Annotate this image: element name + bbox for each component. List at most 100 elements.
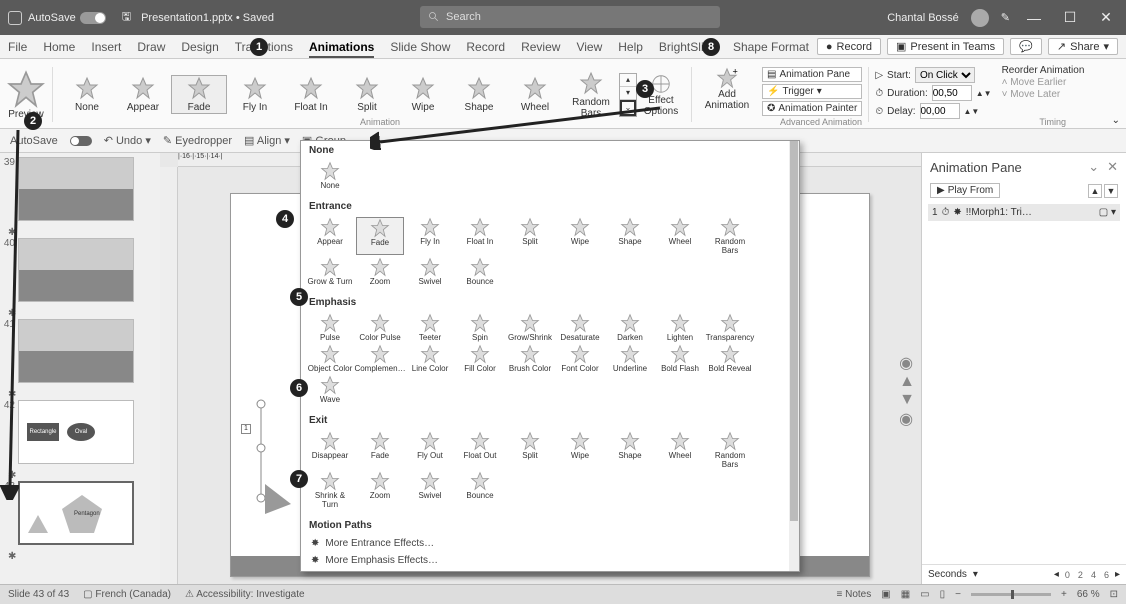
tab-help[interactable]: Help <box>618 40 643 54</box>
tab-record[interactable]: Record <box>466 40 505 54</box>
trigger-button[interactable]: ⚡ Trigger ▾ <box>762 84 862 99</box>
thumb-43[interactable]: Pentagon <box>18 481 134 545</box>
duration-input[interactable] <box>932 85 972 101</box>
pane-dropdown-icon[interactable]: ⌄ <box>1088 159 1099 175</box>
zoom-in[interactable]: + <box>1061 589 1067 600</box>
play-from-button[interactable]: ▶ Play From <box>930 183 1000 198</box>
dd-shrinkturn[interactable]: Shrink & Turn <box>306 471 354 509</box>
dd-wheel[interactable]: Wheel <box>656 217 704 255</box>
animation-pane-button[interactable]: ▤ Animation Pane <box>762 67 862 82</box>
gallery-floatin[interactable]: Float In <box>283 76 339 113</box>
dd-underline[interactable]: Underline <box>606 344 654 373</box>
dd-appear[interactable]: Appear <box>306 217 354 255</box>
dd-floatout[interactable]: Float Out <box>456 431 504 469</box>
tab-design[interactable]: Design <box>181 40 218 54</box>
tab-home[interactable]: Home <box>43 40 75 54</box>
anim-move-down[interactable]: ▼ <box>1104 184 1118 198</box>
view-slideshow-icon[interactable]: ▯ <box>940 589 946 600</box>
animation-entry[interactable]: 1⏱✸!!Morph1: Tri…▢ ▾ <box>928 204 1120 221</box>
dd-pulse[interactable]: Pulse <box>306 313 354 342</box>
dd-linecolor[interactable]: Line Color <box>406 344 454 373</box>
minimize-button[interactable]: — <box>1022 10 1046 26</box>
notes-button[interactable]: ≡ Notes <box>837 589 872 600</box>
present-teams-button[interactable]: ▣ Present in Teams <box>887 38 1004 55</box>
thumb-39[interactable] <box>18 157 134 221</box>
gallery-flyin[interactable]: Fly In <box>227 76 283 113</box>
move-earlier[interactable]: ˄ Move Earlier <box>1002 77 1085 88</box>
thumb-41[interactable] <box>18 319 134 383</box>
view-sorter-icon[interactable]: ▦ <box>901 589 910 600</box>
dd-teeter[interactable]: Teeter <box>406 313 454 342</box>
dd-zoom[interactable]: Zoom <box>356 257 404 286</box>
dd-spin[interactable]: Spin <box>456 313 504 342</box>
gallery-fade[interactable]: Fade <box>171 75 227 114</box>
dd-growturn[interactable]: Grow & Turn <box>306 257 354 286</box>
start-select[interactable]: On Click <box>915 67 975 83</box>
dd-objectcolor[interactable]: Object Color <box>306 344 354 373</box>
qat-eyedropper[interactable]: ✎ Eyedropper <box>163 134 232 147</box>
delay-input[interactable] <box>920 103 960 119</box>
view-normal-icon[interactable]: ▣ <box>881 589 890 600</box>
dd-randombars[interactable]: Random Bars <box>706 217 754 255</box>
avatar[interactable] <box>971 9 989 27</box>
comments-button[interactable]: 💬 <box>1010 38 1042 55</box>
dd-shape[interactable]: Shape <box>606 431 654 469</box>
tab-view[interactable]: View <box>576 40 602 54</box>
gallery-appear[interactable]: Appear <box>115 76 171 113</box>
dd-swivel[interactable]: Swivel <box>406 471 454 509</box>
zoom-slider[interactable] <box>971 593 1051 596</box>
tab-draw[interactable]: Draw <box>137 40 165 54</box>
tab-review[interactable]: Review <box>521 40 560 54</box>
search-box[interactable]: Search <box>420 6 720 28</box>
more-emphasis[interactable]: ✸ More Emphasis Effects… <box>301 552 799 569</box>
dd-fontcolor[interactable]: Font Color <box>556 344 604 373</box>
dd-wave[interactable]: Wave <box>306 375 354 404</box>
dd-transparency[interactable]: Transparency <box>706 313 754 342</box>
dd-lighten[interactable]: Lighten <box>656 313 704 342</box>
dd-disappear[interactable]: Disappear <box>306 431 354 469</box>
qat-undo[interactable]: ↶ Undo ▾ <box>104 134 151 147</box>
dd-fade[interactable]: Fade <box>356 217 404 255</box>
canvas-nav[interactable]: ◉▲▼◉ <box>899 353 915 429</box>
record-button[interactable]: ● Record <box>817 38 881 55</box>
thumb-42[interactable]: Rectangle Oval <box>18 400 134 464</box>
dd-flyout[interactable]: Fly Out <box>406 431 454 469</box>
zoom-out[interactable]: − <box>955 589 961 600</box>
dd-swivel[interactable]: Swivel <box>406 257 454 286</box>
save-icon[interactable]: 🖫 <box>122 8 131 27</box>
pane-close-icon[interactable]: ✕ <box>1107 159 1118 175</box>
dd-zoom[interactable]: Zoom <box>356 471 404 509</box>
dd-none[interactable]: None <box>306 161 354 190</box>
dd-split[interactable]: Split <box>506 431 554 469</box>
dd-darken[interactable]: Darken <box>606 313 654 342</box>
close-button[interactable]: ✕ <box>1094 9 1118 26</box>
tab-insert[interactable]: Insert <box>91 40 121 54</box>
tab-animations[interactable]: Animations <box>309 40 374 54</box>
fit-button[interactable]: ⊡ <box>1110 589 1118 600</box>
gallery-none[interactable]: None <box>59 76 115 113</box>
dd-bounce[interactable]: Bounce <box>456 257 504 286</box>
dd-flyin[interactable]: Fly In <box>406 217 454 255</box>
dd-fade[interactable]: Fade <box>356 431 404 469</box>
move-later[interactable]: ˅ Move Later <box>1002 89 1085 100</box>
dd-fillcolor[interactable]: Fill Color <box>456 344 504 373</box>
dd-complemen[interactable]: Complemen… <box>356 344 404 373</box>
thumb-40[interactable] <box>18 238 134 302</box>
qat-align[interactable]: ▤ Align ▾ <box>244 134 290 147</box>
dd-floatin[interactable]: Float In <box>456 217 504 255</box>
qat-autosave-toggle[interactable] <box>70 136 92 146</box>
dd-shape[interactable]: Shape <box>606 217 654 255</box>
dd-randombars[interactable]: Random Bars <box>706 431 754 469</box>
more-entrance[interactable]: ✸ More Entrance Effects… <box>301 535 799 552</box>
maximize-button[interactable]: ☐ <box>1058 9 1082 26</box>
accessibility[interactable]: ⚠ Accessibility: Investigate <box>185 589 305 600</box>
ribbon-mode-icon[interactable]: ✎ <box>1001 11 1010 24</box>
dd-colorpulse[interactable]: Color Pulse <box>356 313 404 342</box>
dd-brushcolor[interactable]: Brush Color <box>506 344 554 373</box>
tab-file[interactable]: File <box>8 40 27 54</box>
more-exit[interactable]: ✸ More Exit Effects… <box>301 569 799 572</box>
share-button[interactable]: ↗ Share ▾ <box>1048 38 1118 55</box>
tab-shapeformat[interactable]: Shape Format <box>733 40 809 54</box>
autosave-toggle[interactable] <box>80 12 106 24</box>
dd-wheel[interactable]: Wheel <box>656 431 704 469</box>
